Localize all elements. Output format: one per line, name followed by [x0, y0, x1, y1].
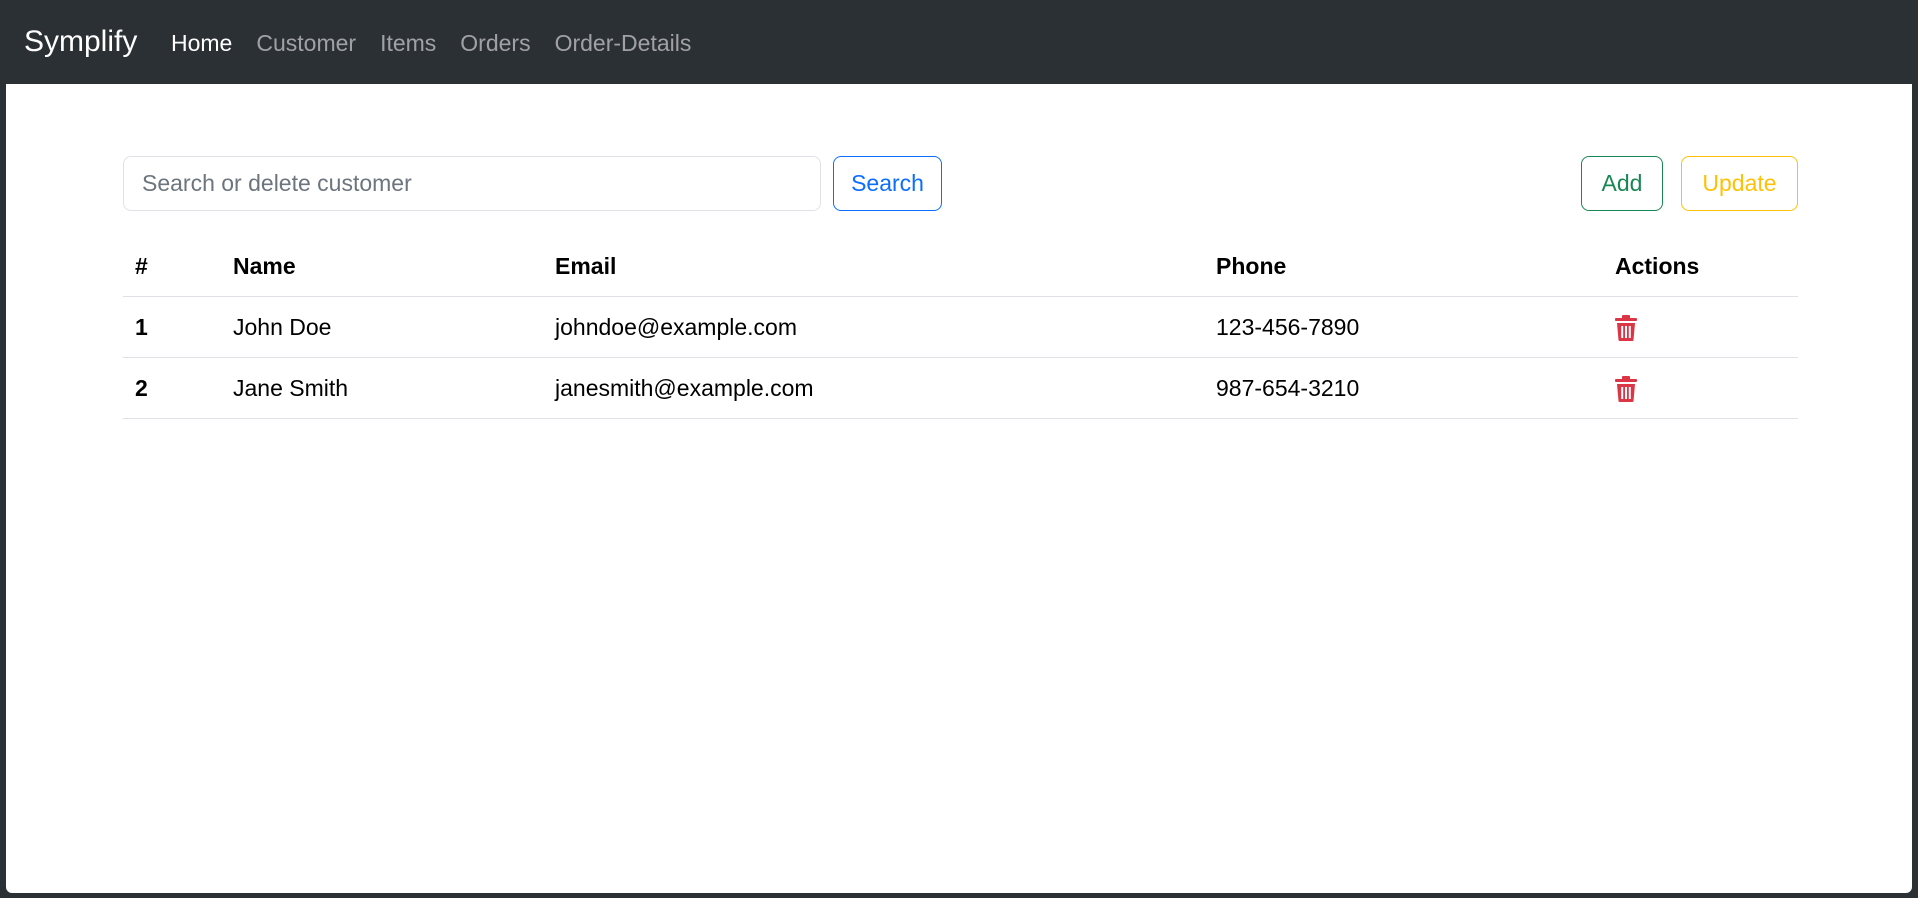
column-header-number: # — [123, 236, 221, 297]
nav-link-customer[interactable]: Customer — [256, 28, 356, 58]
cell-name: Jane Smith — [221, 357, 543, 419]
trash-icon[interactable] — [1615, 314, 1637, 341]
add-button[interactable]: Add — [1581, 156, 1663, 211]
cell-name: John Doe — [221, 296, 543, 358]
table-row: 2 Jane Smith janesmith@example.com 987-6… — [123, 357, 1798, 419]
search-button[interactable]: Search — [833, 156, 942, 211]
column-header-name: Name — [221, 236, 543, 297]
app-window: Symplify Home Customer Items Orders Orde… — [6, 0, 1912, 893]
cell-number: 2 — [123, 357, 221, 419]
column-header-actions: Actions — [1603, 236, 1798, 297]
navbar: Symplify Home Customer Items Orders Orde… — [6, 0, 1912, 84]
cell-number: 1 — [123, 296, 221, 358]
table-header-row: # Name Email Phone Actions — [123, 236, 1798, 297]
cell-phone: 123-456-7890 — [1204, 296, 1603, 358]
cell-actions — [1603, 296, 1798, 358]
column-header-email: Email — [543, 236, 1204, 297]
nav-links: Home Customer Items Orders Order-Details — [171, 28, 691, 58]
nav-link-orders[interactable]: Orders — [460, 28, 530, 58]
cell-actions — [1603, 357, 1798, 419]
trash-icon[interactable] — [1615, 375, 1637, 402]
nav-link-items[interactable]: Items — [380, 28, 436, 58]
cell-email: janesmith@example.com — [543, 357, 1204, 419]
table-row: 1 John Doe johndoe@example.com 123-456-7… — [123, 296, 1798, 358]
nav-link-home[interactable]: Home — [171, 28, 232, 58]
brand-logo[interactable]: Symplify — [24, 24, 137, 60]
nav-link-order-details[interactable]: Order-Details — [555, 28, 692, 58]
cell-phone: 987-654-3210 — [1204, 357, 1603, 419]
column-header-phone: Phone — [1204, 236, 1603, 297]
cell-email: johndoe@example.com — [543, 296, 1204, 358]
update-button[interactable]: Update — [1681, 156, 1798, 211]
customer-table: # Name Email Phone Actions 1 John Doe jo… — [123, 236, 1798, 419]
search-input[interactable] — [123, 156, 821, 211]
